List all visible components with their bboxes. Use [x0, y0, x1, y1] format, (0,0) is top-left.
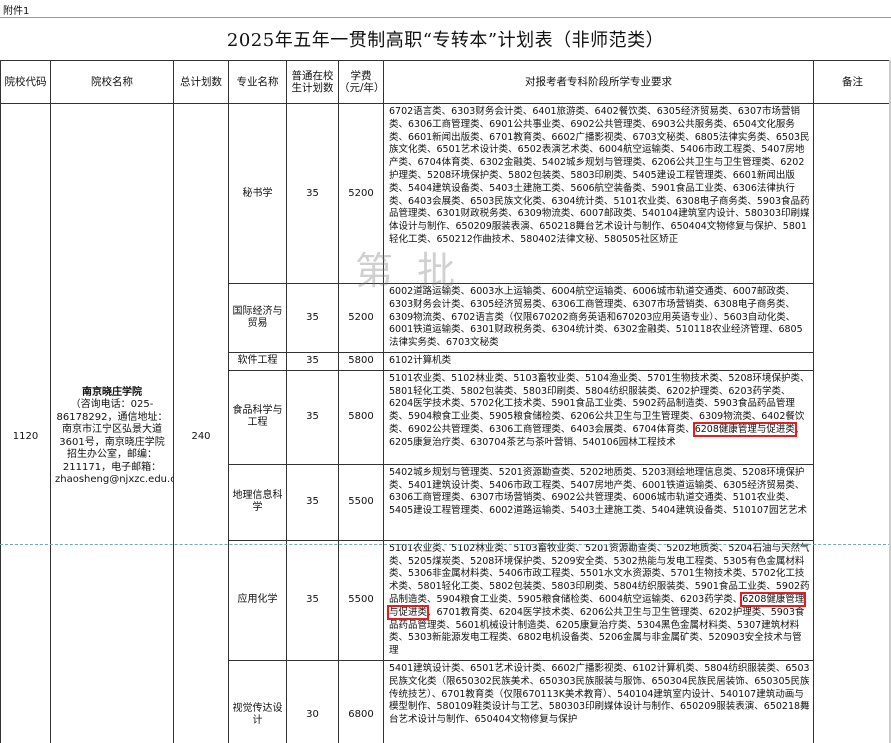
tuition-fee: 5800: [338, 369, 384, 465]
header-plan: 普通在校生计划数: [286, 60, 339, 104]
attachment-label: 附件1: [3, 6, 30, 17]
header-note: 备注: [813, 60, 891, 104]
plan-count: 35: [286, 351, 339, 371]
page-break-line: [0, 544, 891, 545]
header-total: 总计划数: [173, 60, 229, 104]
note-cell: [813, 103, 891, 743]
header-school: 院校名称: [50, 60, 174, 104]
table-header-row: 院校代码 院校名称 总计划数 专业名称 普通在校生计划数 学费（元/年） 对报考…: [0, 60, 891, 104]
school-contact: （咨询电话：025-86178292，通信地址：南京市江宁区弘景大道3601号，…: [55, 399, 173, 486]
requirements-text: 5401建筑设计类、6501艺术设计类、6602广播影视类、6102计算机类、5…: [383, 659, 814, 743]
school-total: 240: [173, 103, 229, 743]
table-row: 1120 南京晓庄学院 （咨询电话：025-86178292，通信地址：南京市江…: [0, 103, 891, 743]
divider: [0, 17, 891, 18]
requirements-text: 5101农业类、5102林业类、5103畜牧业类、5201资源勘查类、5202地…: [383, 539, 814, 661]
tuition-fee: 5800: [338, 351, 384, 371]
major-name: 视觉传达设计: [228, 659, 287, 743]
school-name: 南京晓庄学院: [82, 386, 142, 398]
header-requirements: 对报考者专科阶段所学专业要求: [383, 60, 814, 104]
requirements-text: 6002道路运输类、6003水上运输类、6004航空运输类、6006城市轨道交通…: [383, 283, 814, 353]
tuition-fee: 5500: [338, 463, 384, 541]
plan-count: 35: [286, 463, 339, 541]
requirements-text: 5402城乡规划与管理类、5201资源勘查类、5202地质类、5203测绘地理信…: [383, 463, 814, 541]
plan-count: 35: [286, 539, 339, 661]
page-title: 2025年五年一贯制高职“专转本”计划表（非师范类）: [226, 30, 665, 51]
tuition-fee: 6800: [338, 659, 384, 743]
plan-count: 35: [286, 103, 339, 284]
plan-table: 院校代码 院校名称 总计划数 专业名称 普通在校生计划数 学费（元/年） 对报考…: [0, 60, 891, 743]
requirements-text: 6702语言类、6303财务会计类、6401旅游类、6402餐饮类、6305经济…: [383, 103, 814, 284]
header-fee: 学费（元/年）: [338, 60, 384, 104]
school-cell: 南京晓庄学院 （咨询电话：025-86178292，通信地址：南京市江宁区弘景大…: [50, 103, 174, 743]
major-name: 国际经济与贸易: [228, 283, 287, 353]
major-name: 秘书学: [228, 103, 287, 284]
major-name: 软件工程: [228, 351, 287, 371]
highlighted-major-category: 6208健康管理与促进类: [692, 421, 797, 437]
school-code: 1120: [0, 103, 51, 743]
document-page: 附件1 2025年五年一贯制高职“专转本”计划表（非师范类） 院校代码 院校名称…: [0, 0, 891, 743]
header-major: 专业名称: [228, 60, 287, 104]
plan-count: 35: [286, 283, 339, 353]
requirements-text: 6102计算机类: [383, 351, 814, 371]
plan-table-container[interactable]: 院校代码 院校名称 总计划数 专业名称 普通在校生计划数 学费（元/年） 对报考…: [0, 60, 891, 743]
tuition-fee: 5500: [338, 539, 384, 661]
requirements-part: 、6701教育类、6204医学技术类、6206公共卫生与卫生管理类、6202护理…: [389, 606, 805, 657]
tuition-fee: 5200: [338, 283, 384, 353]
requirements-text: 5101农业类、5102林业类、5103畜牧业类、5104渔业类、5701生物技…: [383, 369, 814, 465]
plan-count: 35: [286, 369, 339, 465]
major-name: 食品科学与工程: [228, 369, 287, 465]
tuition-fee: 5200: [338, 103, 384, 284]
major-name: 应用化学: [228, 539, 287, 661]
plan-count: 30: [286, 659, 339, 743]
major-name: 地理信息科学: [228, 463, 287, 541]
header-code: 院校代码: [0, 60, 51, 104]
